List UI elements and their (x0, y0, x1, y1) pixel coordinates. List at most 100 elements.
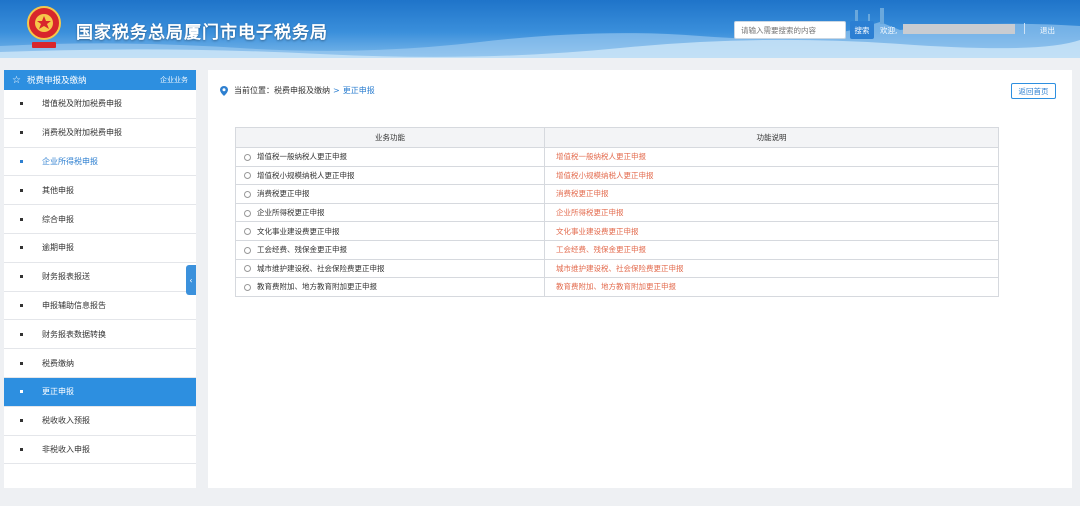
sidebar-item[interactable]: 其他申报 (4, 176, 196, 206)
sidebar: ☆ 税费申报及缴纳 企业业务 增值税及附加税费申报 消费税及附加税费申报 企业所得税… (4, 70, 196, 488)
radio-button[interactable] (244, 209, 251, 217)
tax-emblem-icon (27, 6, 61, 48)
function-name: 文化事业建设费更正申报 (257, 226, 340, 236)
function-cell[interactable]: 增值税小规模纳税人更正申报 (235, 165, 545, 186)
star-icon: ☆ (12, 74, 21, 86)
bullet-icon (20, 419, 23, 423)
main-content: 当前位置： 税费申报及缴纳 > 更正申报 返回首页 业务功能 功能说明 增值税一… (208, 70, 1072, 488)
function-name: 城市维护建设税、社会保险费更正申报 (257, 263, 385, 273)
bullet-icon (20, 303, 23, 307)
bullet-icon (20, 188, 23, 192)
description-cell: 工会经费、残保金更正申报 (544, 239, 999, 260)
table-row[interactable]: 增值税一般纳税人更正申报 增值税一般纳税人更正申报 (235, 147, 999, 167)
sidebar-item[interactable]: 企业所得税申报 (4, 148, 196, 177)
sidebar-item-label: 财务报表数据转换 (42, 329, 106, 339)
table-row[interactable]: 企业所得税更正申报 企业所得税更正申报 (235, 202, 999, 223)
collapse-arrow-icon[interactable]: ‹ (186, 265, 196, 295)
description-cell: 增值税小规模纳税人更正申报 (544, 165, 999, 186)
username-redacted (903, 24, 1015, 34)
sidebar-item-label: 增值税及附加税费申报 (42, 99, 122, 109)
function-cell[interactable]: 消费税更正申报 (235, 184, 545, 204)
sidebar-menu: 增值税及附加税费申报 消费税及附加税费申报 企业所得税申报 其他申报综合申报逾期申报财… (4, 90, 196, 465)
bullet-icon (20, 131, 23, 135)
sidebar-item[interactable]: 申报辅助信息报告 (4, 292, 196, 321)
sidebar-item[interactable]: 综合申报 (4, 205, 196, 234)
table-row[interactable]: 城市维护建设税、社会保险费更正申报 城市维护建设税、社会保险费更正申报 (235, 258, 999, 279)
sidebar-subtitle[interactable]: 企业业务 (160, 75, 188, 85)
function-name: 增值税一般纳税人更正申报 (257, 152, 347, 162)
bullet-icon (20, 275, 23, 279)
sidebar-item-label: 申报辅助信息报告 (42, 300, 106, 310)
function-name: 工会经费、残保金更正申报 (257, 245, 347, 255)
breadcrumb-current: 更正申报 (342, 86, 375, 95)
function-name: 教育费附加、地方教育附加更正申报 (257, 282, 377, 292)
search-button[interactable]: 搜索 (850, 21, 874, 39)
sidebar-item[interactable]: 税费缴纳 (4, 349, 196, 378)
function-cell[interactable]: 增值税一般纳税人更正申报 (235, 147, 545, 167)
bullet-icon (20, 217, 23, 221)
back-home-button[interactable]: 返回首页 (1011, 83, 1056, 99)
sidebar-item[interactable]: 税收收入预报 (4, 407, 196, 436)
radio-button[interactable] (244, 172, 251, 180)
sidebar-item-label: 更正申报 (42, 387, 74, 397)
table-row[interactable]: 教育费附加、地方教育附加更正申报 教育费附加、地方教育附加更正申报 (235, 277, 999, 297)
sidebar-title: 税费申报及缴纳 (26, 76, 87, 86)
table-row[interactable]: 工会经费、残保金更正申报 工会经费、残保金更正申报 (235, 239, 999, 260)
breadcrumb-label: 当前位置： (234, 86, 274, 95)
sidebar-item-label: 其他申报 (42, 185, 74, 195)
sidebar-item[interactable]: 财务报表报送 (4, 263, 196, 292)
table-header-row: 业务功能 功能说明 (235, 127, 999, 148)
radio-button[interactable] (244, 265, 251, 273)
sidebar-item[interactable]: 非税收入申报 (4, 436, 196, 465)
sidebar-item[interactable]: 增值税及附加税费申报 (4, 90, 196, 119)
breadcrumb-arrow: > (333, 86, 340, 95)
search-input[interactable] (734, 21, 846, 39)
radio-button[interactable] (244, 153, 251, 161)
function-cell[interactable]: 工会经费、残保金更正申报 (235, 239, 545, 260)
function-name: 企业所得税更正申报 (257, 208, 325, 218)
sidebar-item-label: 企业所得税申报 (42, 156, 98, 166)
function-cell[interactable]: 企业所得税更正申报 (235, 202, 545, 223)
description-cell: 企业所得税更正申报 (544, 202, 999, 223)
function-cell[interactable]: 文化事业建设费更正申报 (235, 221, 545, 241)
sidebar-item-label: 综合申报 (42, 214, 74, 224)
description-cell: 教育费附加、地方教育附加更正申报 (544, 277, 999, 297)
function-cell[interactable]: 教育费附加、地方教育附加更正申报 (235, 277, 545, 297)
bullet-icon (20, 447, 23, 451)
description-cell: 增值税一般纳税人更正申报 (544, 147, 999, 167)
sidebar-item[interactable]: 消费税及附加税费申报 (4, 119, 196, 148)
sidebar-item[interactable]: 更正申报 (4, 377, 196, 407)
table-row[interactable]: 文化事业建设费更正申报 文化事业建设费更正申报 (235, 221, 999, 241)
radio-button[interactable] (244, 190, 251, 198)
table-row[interactable]: 增值税小规模纳税人更正申报 增值税小规模纳税人更正申报 (235, 165, 999, 186)
logout-link[interactable]: 退出 (1040, 25, 1055, 36)
sidebar-header[interactable]: ☆ 税费申报及缴纳 企业业务 (4, 70, 196, 90)
radio-button[interactable] (244, 283, 251, 291)
bullet-icon (20, 332, 23, 336)
sidebar-item[interactable]: 逾期申报 (4, 234, 196, 263)
header-divider (1024, 23, 1025, 34)
sidebar-item-label: 财务报表报送 (42, 272, 90, 282)
function-cell[interactable]: 城市维护建设税、社会保险费更正申报 (235, 258, 545, 279)
function-name: 消费税更正申报 (257, 189, 310, 199)
breadcrumb-parent[interactable]: 税费申报及缴纳 (274, 85, 330, 96)
bullet-icon (20, 246, 23, 250)
sidebar-item[interactable]: 财务报表数据转换 (4, 320, 196, 350)
sidebar-item-label: 税收收入预报 (42, 416, 90, 426)
function-name: 增值税小规模纳税人更正申报 (257, 170, 355, 180)
bullet-icon (20, 102, 23, 106)
bullet-icon (20, 361, 23, 365)
bullet-icon (20, 390, 23, 394)
sidebar-item-label: 税费缴纳 (42, 358, 74, 368)
radio-button[interactable] (244, 228, 251, 236)
bullet-icon (20, 159, 23, 163)
sidebar-item-label: 消费税及附加税费申报 (42, 128, 122, 138)
table-row[interactable]: 消费税更正申报 消费税更正申报 (235, 184, 999, 204)
radio-button[interactable] (244, 246, 251, 254)
function-table: 业务功能 功能说明 增值税一般纳税人更正申报 增值税一般纳税人更正申报 增值税小规模… (235, 127, 999, 297)
sidebar-item-label: 逾期申报 (42, 243, 74, 253)
description-cell: 城市维护建设税、社会保险费更正申报 (544, 258, 999, 279)
description-cell: 文化事业建设费更正申报 (544, 221, 999, 241)
location-pin-icon (220, 85, 228, 96)
welcome-label: 欢迎, (880, 26, 898, 35)
